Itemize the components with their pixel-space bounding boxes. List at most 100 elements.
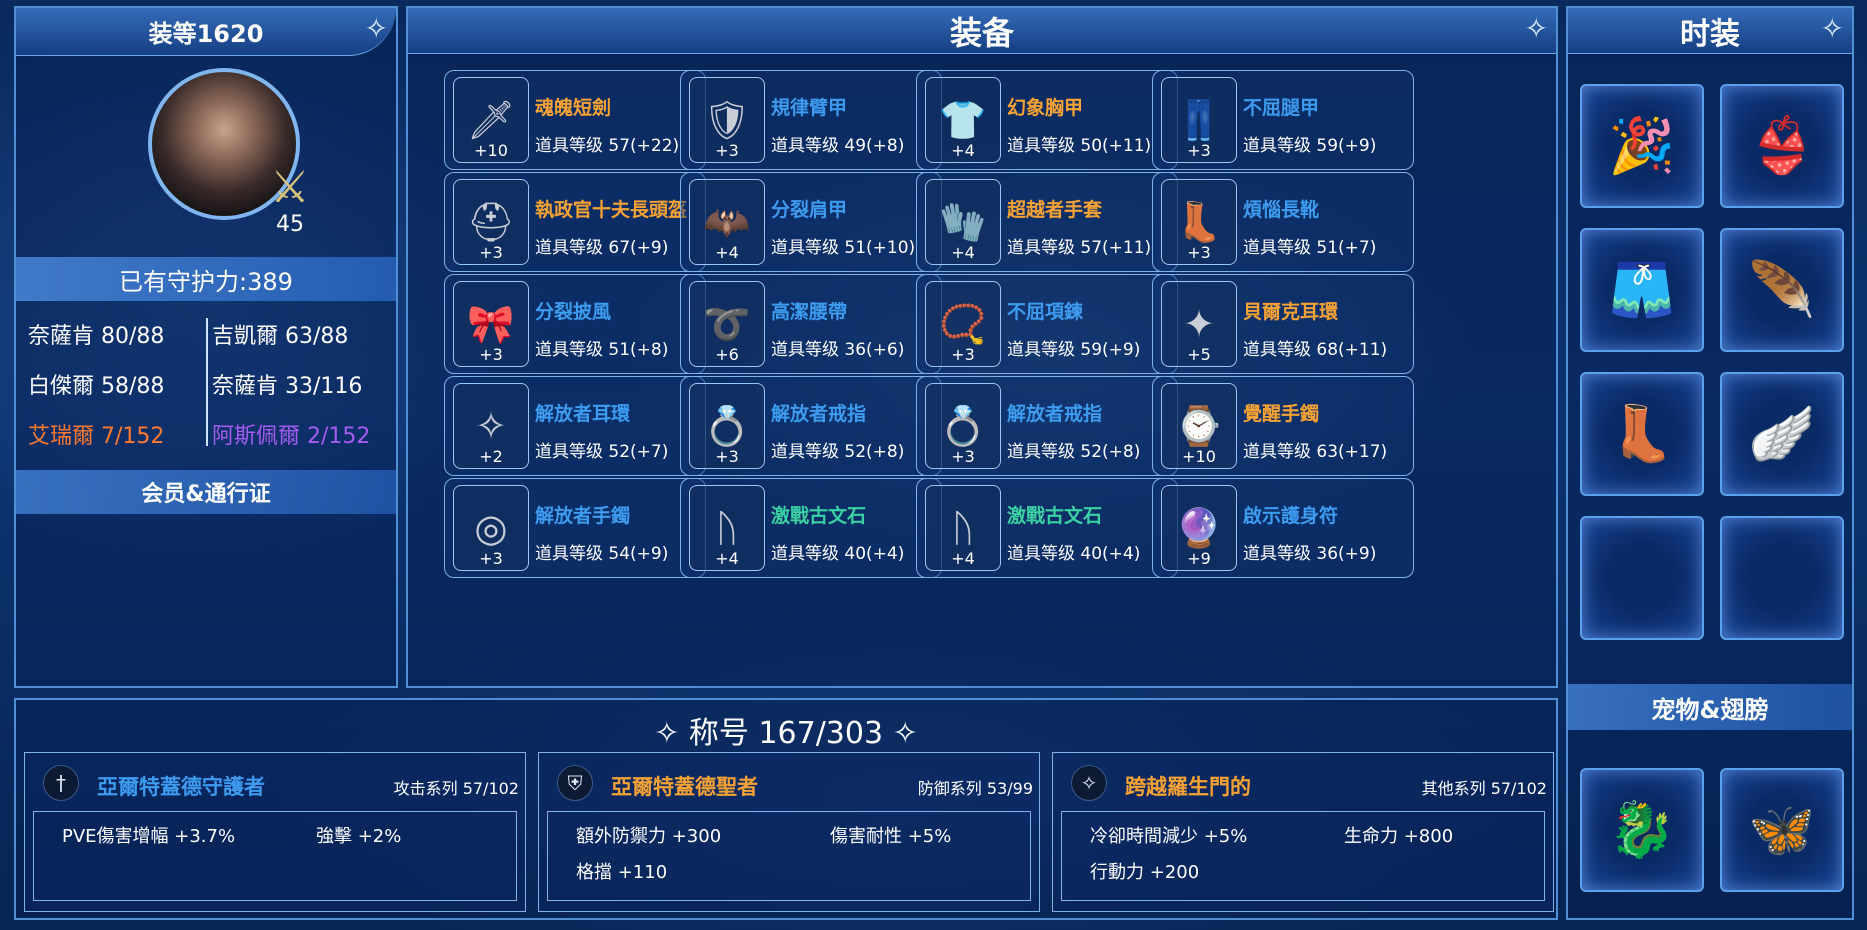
enhance-level: +3 (715, 141, 739, 160)
pet-slot[interactable]: 🦋 (1720, 768, 1844, 892)
arrow-right-icon[interactable]: ✧ (893, 716, 918, 751)
enhance-level: +3 (1187, 243, 1211, 262)
item-name: 超越者手套 (1007, 199, 1103, 221)
title-card[interactable]: ⛨ 亞爾特蓋德聖者 防御系列 53/99 額外防禦力 +300 傷害耐性 +5% 格擋 +… (538, 752, 1040, 912)
titles-header: ✧ 称号 167/303 ✧ (16, 708, 1556, 752)
character-panel: 装等1620 ✧ ⚔ 45 已有守护力:389 奈薩肯 80/88 吉凱爾 63… (14, 6, 398, 688)
enhance-level: +4 (715, 243, 739, 262)
ring-icon: 💍 +3 (925, 383, 1001, 469)
equipment-slot[interactable]: ✦ +5 貝爾克耳環 道具等级 68(+11) (1152, 274, 1414, 374)
cape-outfit-icon: 🪶 (1748, 258, 1816, 321)
item-name: 不屈項鍊 (1007, 301, 1084, 323)
fashion-slot[interactable]: 🎉 (1580, 84, 1704, 208)
membership-pass-label: 会员&通行证 (141, 482, 271, 507)
equipment-slot[interactable]: 🦇 +4 分裂肩甲 道具等级 51(+10) (680, 172, 942, 272)
stat-divider (206, 318, 208, 446)
equipment-slot[interactable]: 💍 +3 解放者戒指道具等级 52(+8) (916, 376, 1178, 476)
equipment-slot[interactable]: ᚢ +4 激戰古文石 道具等级 40(+4) (916, 478, 1178, 578)
item-name: 魂魄短劍 (535, 97, 612, 119)
membership-pass-button[interactable]: 会员&通行证 (16, 470, 396, 514)
fashion-slot[interactable]: 🩳 (1580, 228, 1704, 352)
equipment-slot[interactable]: ✧ +2 解放者耳環 道具等级 52(+7) (444, 376, 706, 476)
stat-item: 白傑爾 58/88 (28, 374, 165, 399)
avatar-wrap: ⚔ 45 (134, 64, 310, 237)
item-name: 執政官十夫長頭盔 (535, 199, 688, 221)
equipment-slot[interactable]: 🧤 +4 超越者手套 道具等级 57(+11) (916, 172, 1178, 272)
item-name: 分裂披風 (535, 301, 612, 323)
title-card[interactable]: † 亞爾特蓋德守護者 攻击系列 57/102 PVE傷害增幅 +3.7% 強擊 +2% (24, 752, 526, 912)
item-name: 解放者手鐲 (535, 505, 631, 527)
fashion-slot[interactable]: 👙 (1720, 84, 1844, 208)
item-level: 道具等级 51(+7) (1243, 238, 1377, 258)
equipment-slot[interactable]: 💍 +3 解放者戒指 道具等级 52(+8) (680, 376, 942, 476)
titles-panel: ✧ 称号 167/303 ✧ † 亞爾特蓋德守護者 攻击系列 57/102 PVE傷害… (14, 698, 1558, 920)
item-level: 道具等级 40(+4) (1007, 544, 1141, 564)
arm-guard-icon: 🛡 +3 (689, 77, 765, 163)
dagger-icon: 🗡 +10 (453, 77, 529, 163)
enhance-level: +4 (951, 141, 975, 160)
item-level: 道具等级 51(+10) (771, 238, 916, 258)
star-deco-icon: ✧ (364, 12, 388, 45)
equipment-slot[interactable]: 🗡 +10 魂魄短劍 道具等级 57(+22) (444, 70, 706, 170)
top-outfit-icon: 👙 (1748, 114, 1816, 177)
item-name: 解放者戒指 (1007, 403, 1103, 425)
item-name: 覺醒手鐲 (1243, 403, 1320, 425)
equipment-slot[interactable]: 👕 +4 幻象胸甲 道具等级 50(+11) (916, 70, 1178, 170)
equipment-slot[interactable]: 📿 +3 不屈項鍊 道具等级 59(+9) (916, 274, 1178, 374)
title-stats-box: PVE傷害增幅 +3.7% 強擊 +2% (33, 811, 517, 901)
fashion-slot[interactable]: 🪽 (1720, 372, 1844, 496)
guard-power-label: 已有守护力:389 (119, 267, 293, 296)
enhance-level: +3 (951, 447, 975, 466)
equipment-slot[interactable]: 👖 +3 不屈腿甲 道具等级 59(+9) (1152, 70, 1414, 170)
enhance-level: +4 (715, 549, 739, 568)
item-level: 道具等级 57(+11) (1007, 238, 1152, 258)
enhance-level: +3 (479, 243, 503, 262)
pet-icon: 🐉 (1608, 798, 1676, 861)
enhance-level: +4 (951, 549, 975, 568)
title-stats-box: 冷卻時間減少 +5% 生命力 +800 行動力 +200 (1061, 811, 1545, 901)
bracelet-icon: ◎ +3 (453, 485, 529, 571)
equipment-slot[interactable]: ⛑ +3 執政官十夫長頭盔 道具等级 67(+9) (444, 172, 706, 272)
item-level: 道具等级 54(+9) (535, 544, 669, 564)
equipment-slot[interactable]: ᚢ +4 激戰古文石 道具等级 40(+4) (680, 478, 942, 578)
arrow-left-icon[interactable]: ✧ (654, 716, 679, 751)
fashion-slot[interactable]: 👢 (1580, 372, 1704, 496)
equipment-slot[interactable]: ⌚ +10 覺醒手鐲 道具等级 63(+17) (1152, 376, 1414, 476)
item-level: 道具等级 50(+11) (1007, 136, 1152, 156)
equipment-slot[interactable]: 🎀 +3 分裂披風 道具等级 51(+8) (444, 274, 706, 374)
item-name: 啟示護身符 (1243, 505, 1339, 527)
fashion-slot[interactable] (1580, 516, 1704, 640)
pet-slot[interactable]: 🐉 (1580, 768, 1704, 892)
item-name: 幻象胸甲 (1007, 97, 1084, 119)
item-level: 道具等级 59(+9) (1243, 136, 1377, 156)
enhance-level: +3 (479, 549, 503, 568)
shield-emblem-icon: ⛨ (557, 765, 593, 801)
equipment-slot[interactable]: 👢 +3 煩惱長靴 道具等级 51(+7) (1152, 172, 1414, 272)
item-level: 道具等级 67(+9) (535, 238, 669, 258)
fashion-slot[interactable] (1720, 516, 1844, 640)
enhance-level: +3 (479, 345, 503, 364)
belt-icon: ➰ +6 (689, 281, 765, 367)
stat-item: 艾瑞爾 7/152 (28, 424, 165, 449)
title-stat: 行動力 +200 (1090, 862, 1200, 883)
equipment-slot[interactable]: ◎ +3 解放者手鐲道具等级 54(+9) (444, 478, 706, 578)
equipment-slot[interactable]: 🔮 +9 啟示護身符 道具等级 36(+9) (1152, 478, 1414, 578)
title-series: 其他系列 57/102 (1421, 779, 1547, 798)
boots-outfit-icon: 👢 (1608, 402, 1676, 465)
item-level: 道具等级 36(+6) (771, 340, 905, 360)
earring-icon: ✦ +5 (1161, 281, 1237, 367)
title-card[interactable]: ✧ 跨越羅生門的 其他系列 57/102 冷卻時間減少 +5% 生命力 +800 行動力 … (1052, 752, 1554, 912)
bracelet-icon: ⌚ +10 (1161, 383, 1237, 469)
enhance-level: +4 (951, 243, 975, 262)
item-name: 分裂肩甲 (771, 199, 848, 221)
item-name: 高潔腰帶 (771, 301, 848, 323)
item-name: 解放者耳環 (535, 403, 631, 425)
equipment-slot[interactable]: ➰ +6 高潔腰帶道具等级 36(+6) (680, 274, 942, 374)
fashion-slot[interactable]: 🪶 (1720, 228, 1844, 352)
star-emblem-icon: ✧ (1071, 765, 1107, 801)
gear-score-header: 装等1620 ✧ (16, 8, 396, 56)
equipment-slot[interactable]: 🛡 +3 規律臂甲 道具等级 49(+8) (680, 70, 942, 170)
item-level: 道具等级 52(+8) (1007, 442, 1141, 462)
enhance-level: +10 (474, 141, 508, 160)
item-name: 貝爾克耳環 (1243, 301, 1339, 323)
